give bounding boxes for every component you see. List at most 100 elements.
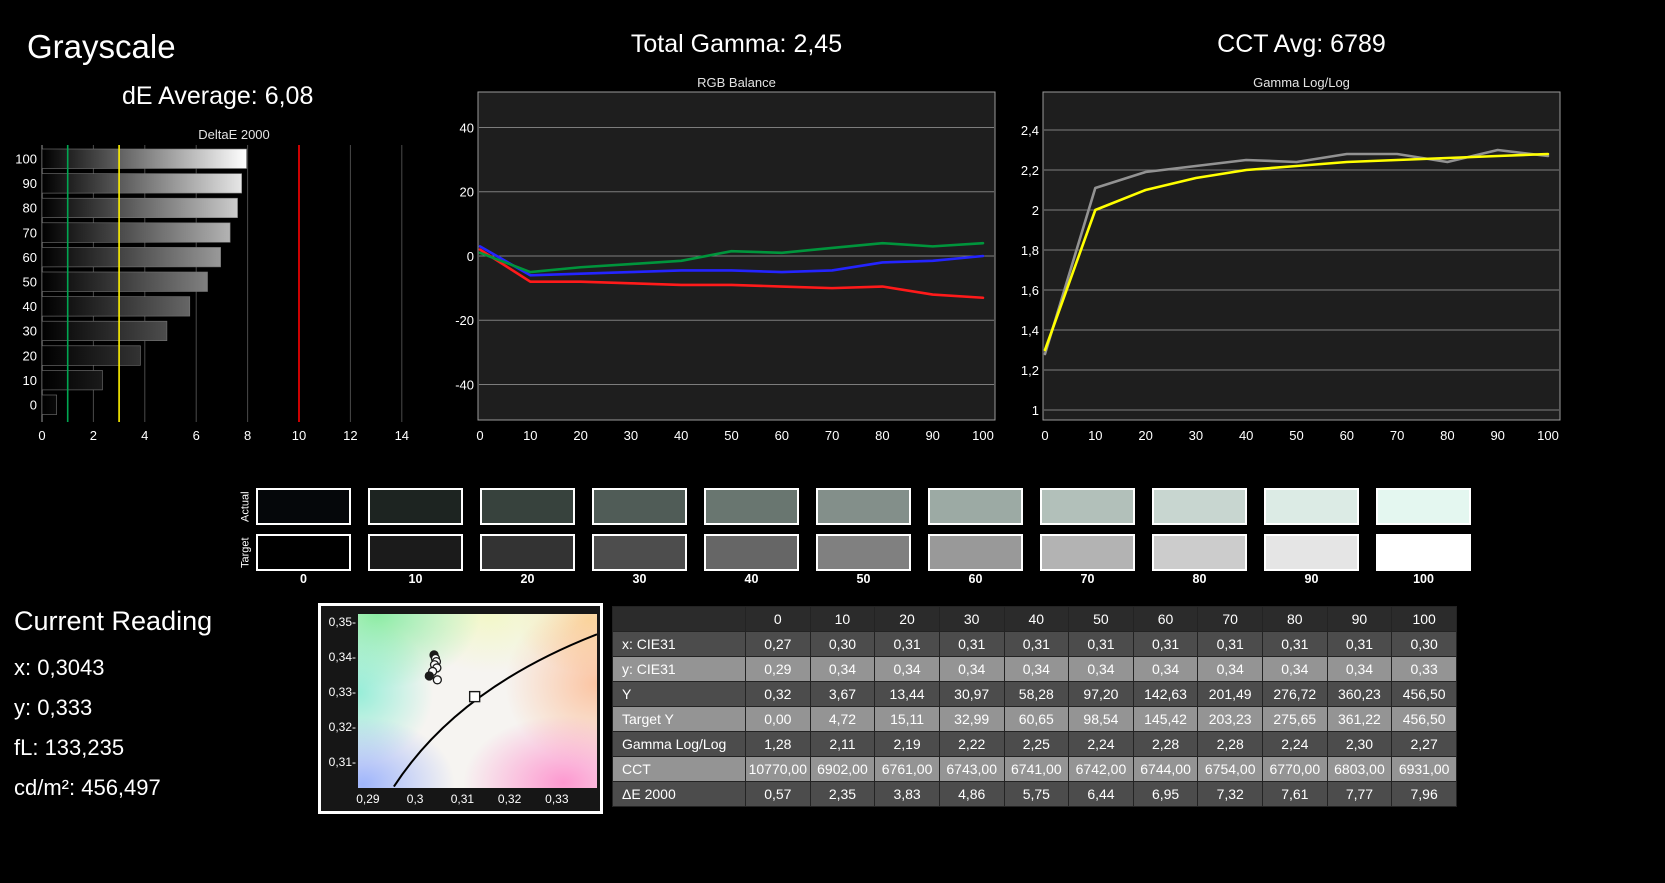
- table-cell: 98,54: [1068, 706, 1134, 732]
- target-swatch-90: [1264, 534, 1359, 571]
- table-cell: 7,77: [1326, 781, 1393, 807]
- actual-swatch-90: [1264, 488, 1359, 525]
- table-cell: 2,35: [809, 781, 876, 807]
- deltae-chart-title: DeltaE 2000: [198, 127, 270, 142]
- y-tick-label: 40: [23, 299, 37, 314]
- y-tick-label: 100: [15, 152, 37, 167]
- table-cell: 0,27: [745, 631, 811, 657]
- target-row-label: Target: [239, 537, 252, 569]
- table-cell: 6742,00: [1068, 756, 1134, 782]
- table-header-cell: 60: [1132, 606, 1199, 632]
- swatch-column-label: 0: [300, 572, 307, 586]
- table-row: Target Y 0,00 4,72 15,11 32,99 60,65 98,54 145,…: [612, 706, 1457, 732]
- y-tick-label: 50: [23, 275, 37, 290]
- table-cell: 32,99: [938, 706, 1005, 732]
- table-cell: 60,65: [1003, 706, 1070, 732]
- table-row-label: Y: [612, 681, 746, 707]
- deltae-bar: [41, 320, 168, 341]
- target-swatch-80: [1152, 534, 1247, 571]
- rgb-balance-line-chart: 40 20 0 -20 -40 0 10 20 30 40 50 60 70 80 90 100: [455, 91, 996, 443]
- table-cell: 0,33: [1391, 656, 1457, 682]
- actual-swatch-20: [480, 488, 575, 525]
- table-cell: 0,31: [1003, 631, 1070, 657]
- table-cell: 6803,00: [1326, 756, 1393, 782]
- reading-fl: fL: 133,235: [14, 735, 125, 760]
- table-cell: 0,31: [1132, 631, 1199, 657]
- table-cell: 6754,00: [1197, 756, 1263, 782]
- x-tick-label: 90: [925, 428, 939, 443]
- table-cell: 201,49: [1197, 681, 1263, 707]
- table-row: Gamma Log/Log 1,28 2,11 2,19 2,22 2,25 2,24 2,2…: [612, 731, 1457, 757]
- table-header-cell: [612, 606, 746, 632]
- reading-cdm2: cd/m²: 456,497: [14, 775, 161, 800]
- gamma-loglog-line-chart: 2,4 2,2 2 1,8 1,6 1,4 1,2 10 10 20 30 40 50 60 70 80 90 1…: [1021, 91, 1561, 443]
- swatch-column-label: 30: [632, 572, 647, 586]
- table-cell: 30,97: [938, 681, 1005, 707]
- cie-chromaticity-panel: 0,35- 0,34- 0,33- 0,32- 0,31- 0,29 0,3 0,31 0,3…: [318, 603, 603, 814]
- table-header-cell: 40: [1003, 606, 1070, 632]
- swatch-column-label: 50: [856, 572, 871, 586]
- table-cell: 0,34: [809, 656, 876, 682]
- cie-x-tick-label: 0,3: [406, 792, 424, 806]
- y-tick-label: 2,2: [1021, 163, 1039, 178]
- x-tick-label: 40: [674, 428, 688, 443]
- deltae-bar: [41, 345, 141, 366]
- swatch-column-label: 80: [1192, 572, 1207, 586]
- deltae-bar: [41, 197, 238, 219]
- table-cell: 0,34: [874, 656, 940, 682]
- x-tick-label: 2: [90, 428, 97, 443]
- y-tick-label: -20: [455, 313, 474, 328]
- y-tick-label: 0: [30, 398, 37, 413]
- deltae-bar: [41, 173, 242, 194]
- table-header-cell: 30: [938, 606, 1005, 632]
- y-tick-label: 0: [467, 249, 474, 264]
- table-cell: 0,31: [874, 631, 940, 657]
- table-cell: 6761,00: [874, 756, 940, 782]
- actual-swatch-row: [256, 488, 1471, 525]
- actual-swatch-0: [256, 488, 351, 525]
- table-cell: 6902,00: [809, 756, 876, 782]
- table-cell: 6931,00: [1391, 756, 1457, 782]
- y-tick-label: 60: [23, 250, 37, 265]
- table-header-cell: 90: [1326, 606, 1393, 632]
- table-cell: 0,31: [1262, 631, 1328, 657]
- table-cell: 7,96: [1391, 781, 1457, 807]
- cct-avg-value: CCT Avg: 6789: [1217, 30, 1386, 58]
- total-gamma-value: Total Gamma: 2,45: [630, 30, 843, 58]
- table-cell: 0,34: [938, 656, 1005, 682]
- target-swatch-70: [1040, 534, 1135, 571]
- target-swatch-40: [704, 534, 799, 571]
- table-cell: 0,31: [1326, 631, 1393, 657]
- table-row: y: CIE31 0,29 0,34 0,34 0,34 0,34 0,34 0,34 0,34…: [612, 656, 1457, 682]
- table-cell: 7,61: [1262, 781, 1328, 807]
- x-tick-label: 70: [1390, 428, 1404, 443]
- table-cell: 0,31: [1197, 631, 1263, 657]
- table-row-label: Target Y: [612, 706, 746, 732]
- table-cell: 456,50: [1391, 681, 1457, 707]
- x-tick-label: 6: [193, 428, 200, 443]
- y-tick-label: 2,4: [1021, 123, 1039, 138]
- target-swatch-row: [256, 534, 1471, 571]
- rgb-balance-chart-title: RGB Balance: [697, 75, 776, 90]
- measurement-table: 0 10 20 30 40 50 60 70 80 90 100 x: CIE31 0,27 0,30 0,…: [612, 606, 1457, 807]
- x-tick-label: 50: [724, 428, 738, 443]
- deltae-bar: [41, 370, 103, 391]
- table-cell: 2,22: [938, 731, 1005, 757]
- table-cell: 0,34: [1326, 656, 1393, 682]
- table-row: CCT 10770,00 6902,00 6761,00 6743,00 6741,00 6…: [612, 756, 1457, 782]
- table-cell: 276,72: [1262, 681, 1328, 707]
- x-tick-label: 12: [343, 428, 357, 443]
- table-cell: 275,65: [1262, 706, 1328, 732]
- table-row-label: ΔE 2000: [612, 781, 746, 807]
- target-swatch-30: [592, 534, 687, 571]
- target-swatch-100: [1376, 534, 1471, 571]
- table-cell: 0,31: [1068, 631, 1134, 657]
- x-tick-label: 20: [573, 428, 587, 443]
- y-tick-label: 1,6: [1021, 283, 1039, 298]
- swatch-column-label: 10: [408, 572, 423, 586]
- actual-swatch-70: [1040, 488, 1135, 525]
- table-cell: 2,24: [1262, 731, 1328, 757]
- target-swatch-50: [816, 534, 911, 571]
- x-tick-label: 8: [244, 428, 251, 443]
- table-cell: 0,29: [745, 656, 811, 682]
